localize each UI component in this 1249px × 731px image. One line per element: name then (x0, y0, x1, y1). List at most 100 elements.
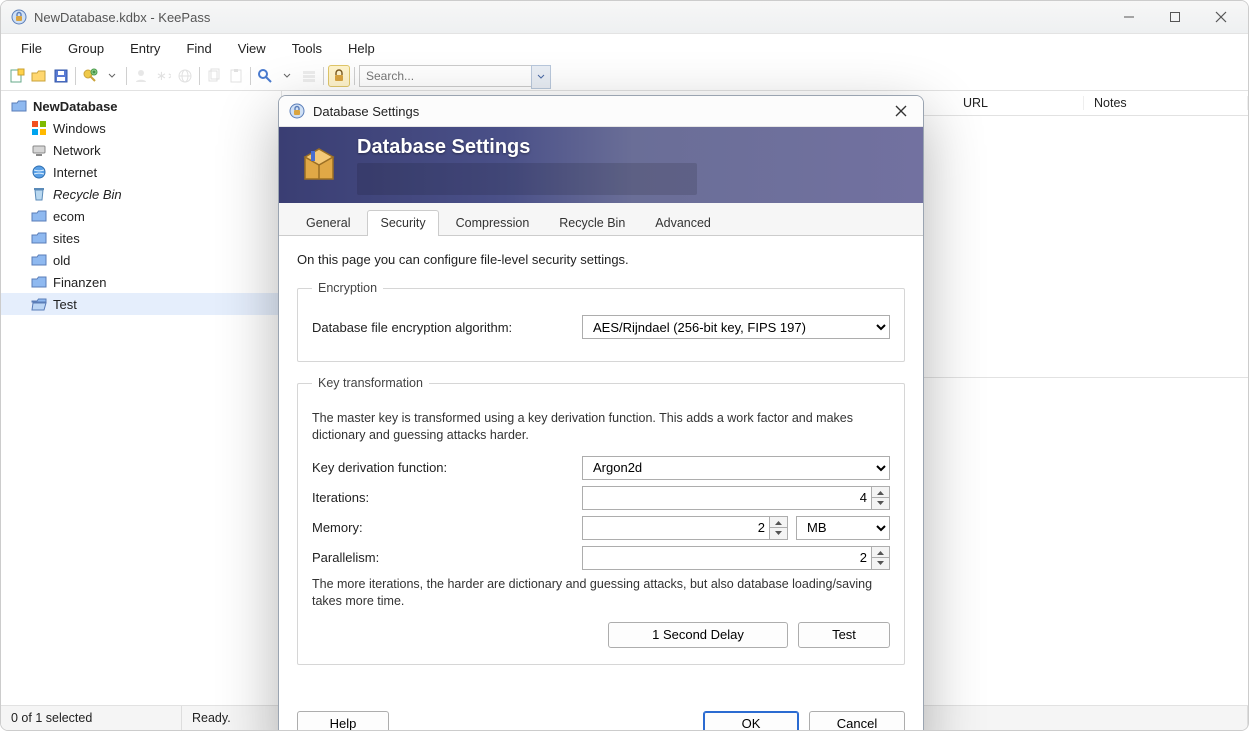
find-icon[interactable] (255, 66, 275, 86)
title-bar: NewDatabase.kdbx - KeePass (1, 1, 1248, 34)
database-icon (11, 98, 27, 114)
copy-icon (204, 66, 224, 86)
folder-open-icon (31, 296, 47, 312)
windows-icon (31, 120, 47, 136)
save-db-icon[interactable] (51, 66, 71, 86)
tree-item-internet[interactable]: Internet (1, 161, 281, 183)
group-tree[interactable]: NewDatabase Windows Network Internet Rec… (1, 91, 282, 708)
menu-find[interactable]: Find (174, 37, 223, 60)
copy-user-icon (131, 66, 151, 86)
kdf-desc2: The more iterations, the harder are dict… (312, 576, 890, 610)
menu-group[interactable]: Group (56, 37, 116, 60)
memory-spinner[interactable] (770, 516, 788, 540)
network-icon (31, 142, 47, 158)
tab-advanced[interactable]: Advanced (642, 210, 724, 236)
spin-down-icon[interactable] (872, 497, 889, 509)
quick-search-input[interactable]: Search... (359, 65, 551, 87)
new-db-icon[interactable] (7, 66, 27, 86)
app-window: NewDatabase.kdbx - KeePass File Group En… (0, 0, 1249, 731)
key-transformation-group: Key transformation The master key is tra… (297, 376, 905, 665)
tab-general[interactable]: General (293, 210, 363, 236)
add-entry-icon[interactable] (80, 66, 100, 86)
minimize-button[interactable] (1106, 2, 1152, 32)
open-db-icon[interactable] (29, 66, 49, 86)
search-dropdown-icon[interactable] (531, 65, 551, 89)
kdf-desc1: The master key is transformed using a ke… (312, 410, 890, 444)
one-second-delay-button[interactable]: 1 Second Delay (608, 622, 788, 648)
encryption-algo-select[interactable]: AES/Rijndael (256-bit key, FIPS 197) (582, 315, 890, 339)
tab-recycle-bin[interactable]: Recycle Bin (546, 210, 638, 236)
security-tab-body: On this page you can configure file-leve… (279, 236, 923, 697)
tree-item-network[interactable]: Network (1, 139, 281, 161)
svg-text:∗∗: ∗∗ (156, 68, 171, 83)
col-notes[interactable]: Notes (1084, 96, 1248, 110)
tree-item-finanzen[interactable]: Finanzen (1, 271, 281, 293)
dialog-banner-subtitle (357, 163, 697, 195)
tab-security[interactable]: Security (367, 210, 438, 236)
menu-bar: File Group Entry Find View Tools Help (1, 34, 1248, 62)
dialog-tabs: General Security Compression Recycle Bin… (279, 203, 923, 236)
show-entries-icon (299, 66, 319, 86)
tool-bar: ∗∗ Search... (1, 62, 1248, 91)
col-url[interactable]: URL (953, 96, 1084, 110)
tab-compression[interactable]: Compression (443, 210, 543, 236)
dialog-footer: Help OK Cancel (279, 697, 923, 731)
folder-icon (31, 274, 47, 290)
encryption-group: Encryption Database file encryption algo… (297, 281, 905, 362)
memory-input[interactable] (582, 516, 770, 540)
cancel-button[interactable]: Cancel (809, 711, 905, 731)
kdf-fn-select[interactable]: Argon2d (582, 456, 890, 480)
bin-icon (31, 186, 47, 202)
iterations-input[interactable] (582, 486, 872, 510)
tree-item-recycle-bin[interactable]: Recycle Bin (1, 183, 281, 205)
security-intro: On this page you can configure file-leve… (297, 252, 905, 267)
spin-up-icon[interactable] (872, 487, 889, 498)
tree-item-test[interactable]: Test (1, 293, 281, 315)
menu-file[interactable]: File (9, 37, 54, 60)
encryption-algo-label: Database file encryption algorithm: (312, 320, 572, 335)
folder-icon (31, 252, 47, 268)
spin-down-icon[interactable] (872, 557, 889, 569)
folder-icon (31, 230, 47, 246)
parallelism-input[interactable] (582, 546, 872, 570)
menu-help[interactable]: Help (336, 37, 387, 60)
memory-unit-select[interactable]: MB (796, 516, 890, 540)
spin-down-icon[interactable] (770, 527, 787, 539)
package-icon (297, 143, 341, 187)
paste-icon (226, 66, 246, 86)
dropdown-icon[interactable] (102, 66, 122, 86)
menu-view[interactable]: View (226, 37, 278, 60)
dialog-close-button[interactable] (887, 100, 915, 122)
help-button[interactable]: Help (297, 711, 389, 731)
globe-icon (31, 164, 47, 180)
lock-icon (289, 103, 305, 119)
parallelism-spinner[interactable] (872, 546, 890, 570)
tree-item-windows[interactable]: Windows (1, 117, 281, 139)
kdf-fn-label: Key derivation function: (312, 460, 572, 475)
dialog-banner-title: Database Settings (357, 136, 697, 159)
maximize-button[interactable] (1152, 2, 1198, 32)
tree-item-sites[interactable]: sites (1, 227, 281, 249)
menu-tools[interactable]: Tools (280, 37, 334, 60)
tree-item-ecom[interactable]: ecom (1, 205, 281, 227)
status-selection: 0 of 1 selected (1, 706, 182, 730)
tree-item-old[interactable]: old (1, 249, 281, 271)
copy-pass-icon: ∗∗ (153, 66, 173, 86)
parallelism-label: Parallelism: (312, 550, 572, 565)
iterations-spinner[interactable] (872, 486, 890, 510)
open-url-icon (175, 66, 195, 86)
find-dd-icon[interactable] (277, 66, 297, 86)
dialog-title: Database Settings (313, 104, 419, 119)
tree-root[interactable]: NewDatabase (1, 95, 281, 117)
spin-up-icon[interactable] (872, 547, 889, 558)
ok-button[interactable]: OK (703, 711, 799, 731)
dialog-title-bar[interactable]: Database Settings (279, 96, 923, 127)
spin-up-icon[interactable] (770, 517, 787, 528)
close-button[interactable] (1198, 2, 1244, 32)
lock-workspace-icon[interactable] (328, 65, 350, 87)
test-button[interactable]: Test (798, 622, 890, 648)
iterations-label: Iterations: (312, 490, 572, 505)
menu-entry[interactable]: Entry (118, 37, 172, 60)
search-placeholder: Search... (366, 69, 414, 83)
lock-icon (11, 9, 27, 25)
